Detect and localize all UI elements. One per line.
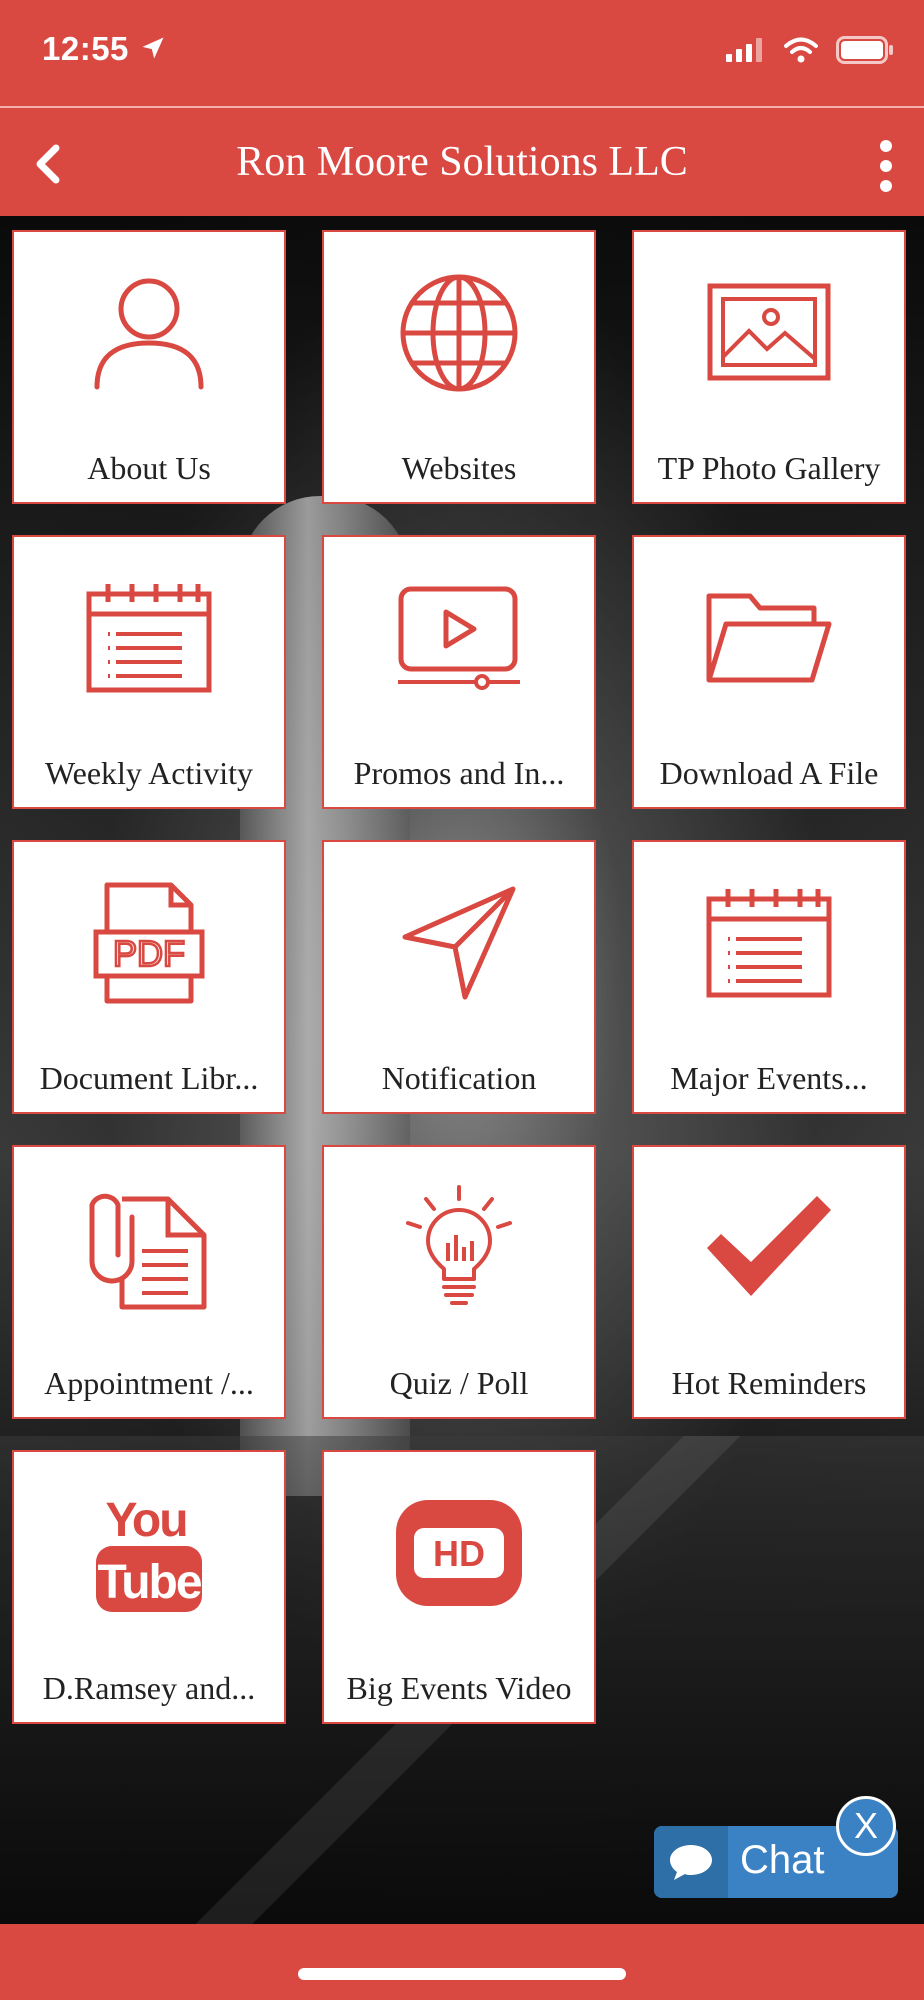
svg-text:PDF: PDF <box>113 933 185 974</box>
tile-label: Websites <box>401 450 517 486</box>
tile-tp-photo-gallery[interactable]: TP Photo Gallery <box>632 230 906 504</box>
checkmark-icon <box>707 1196 831 1296</box>
tile-label: About Us <box>87 450 211 486</box>
chat-icon-box <box>654 1826 728 1898</box>
tile-quiz-poll[interactable]: Quiz / Poll <box>322 1145 596 1419</box>
time-text: 12:55 <box>42 30 129 67</box>
status-time: 12:55 <box>42 30 167 68</box>
tile-label: Hot Reminders <box>671 1365 867 1401</box>
page-title: Ron Moore Solutions LLC <box>236 139 688 185</box>
tile-promos[interactable]: Promos and In... <box>322 535 596 809</box>
tile-label: Weekly Activity <box>44 755 254 791</box>
tile-big-events-video[interactable]: HD Big Events Video <box>322 1450 596 1724</box>
speech-bubble-icon <box>670 1845 712 1880</box>
user-icon <box>94 278 204 390</box>
tile-label: Major Events... <box>670 1060 868 1096</box>
tile-label: D.Ramsey and... <box>42 1670 256 1706</box>
tile-label: Big Events Video <box>346 1670 572 1706</box>
paperclip-document-icon <box>89 1193 207 1310</box>
tile-appointment[interactable]: Appointment /... <box>12 1145 286 1419</box>
footer-bar <box>0 1924 924 2000</box>
cellular-signal-icon <box>726 38 762 62</box>
tile-label: Promos and In... <box>353 755 565 791</box>
more-options-button[interactable] <box>876 138 896 194</box>
youtube-icon: You Tube <box>96 1494 204 1612</box>
tile-label: Download A File <box>659 755 879 791</box>
tile-label: Appointment /... <box>44 1365 254 1401</box>
video-icon <box>398 586 520 690</box>
location-arrow-icon <box>142 37 164 59</box>
folder-icon <box>706 593 832 683</box>
tile-document-library[interactable]: PDF Document Libr... <box>12 840 286 1114</box>
pdf-icon: PDF <box>93 882 205 1004</box>
tile-hot-reminders[interactable]: Hot Reminders <box>632 1145 906 1419</box>
battery-icon <box>836 36 893 64</box>
image-icon <box>707 283 831 381</box>
app-header: Ron Moore Solutions LLC <box>0 108 924 216</box>
tile-label: TP Photo Gallery <box>657 450 881 486</box>
svg-text:You: You <box>105 1494 186 1547</box>
tile-d-ramsey[interactable]: You Tube D.Ramsey and... <box>12 1450 286 1724</box>
calendar-icon <box>86 584 212 693</box>
chat-label: Chat <box>740 1838 825 1882</box>
tile-label: Quiz / Poll <box>389 1365 529 1401</box>
tile-label: Notification <box>381 1060 537 1096</box>
chat-close-button[interactable]: X <box>836 1796 896 1856</box>
tile-major-events[interactable]: Major Events... <box>632 840 906 1114</box>
home-indicator[interactable] <box>298 1968 626 1980</box>
svg-text:HD: HD <box>433 1533 485 1574</box>
tile-notification[interactable]: Notification <box>322 840 596 1114</box>
svg-text:Tube: Tube <box>97 1556 201 1609</box>
globe-icon <box>400 274 518 392</box>
tile-label: Document Libr... <box>39 1060 259 1096</box>
hd-video-icon: HD <box>396 1500 522 1606</box>
status-bar: 12:55 <box>0 0 924 106</box>
status-icons <box>726 36 894 64</box>
tile-weekly-activity[interactable]: Weekly Activity <box>12 535 286 809</box>
lightbulb-icon <box>406 1185 512 1305</box>
wifi-icon <box>784 37 818 63</box>
paper-plane-icon <box>402 886 516 1000</box>
calendar-icon <box>706 889 832 998</box>
tile-download-a-file[interactable]: Download A File <box>632 535 906 809</box>
tile-about-us[interactable]: About Us <box>12 230 286 504</box>
tile-websites[interactable]: Websites <box>322 230 596 504</box>
